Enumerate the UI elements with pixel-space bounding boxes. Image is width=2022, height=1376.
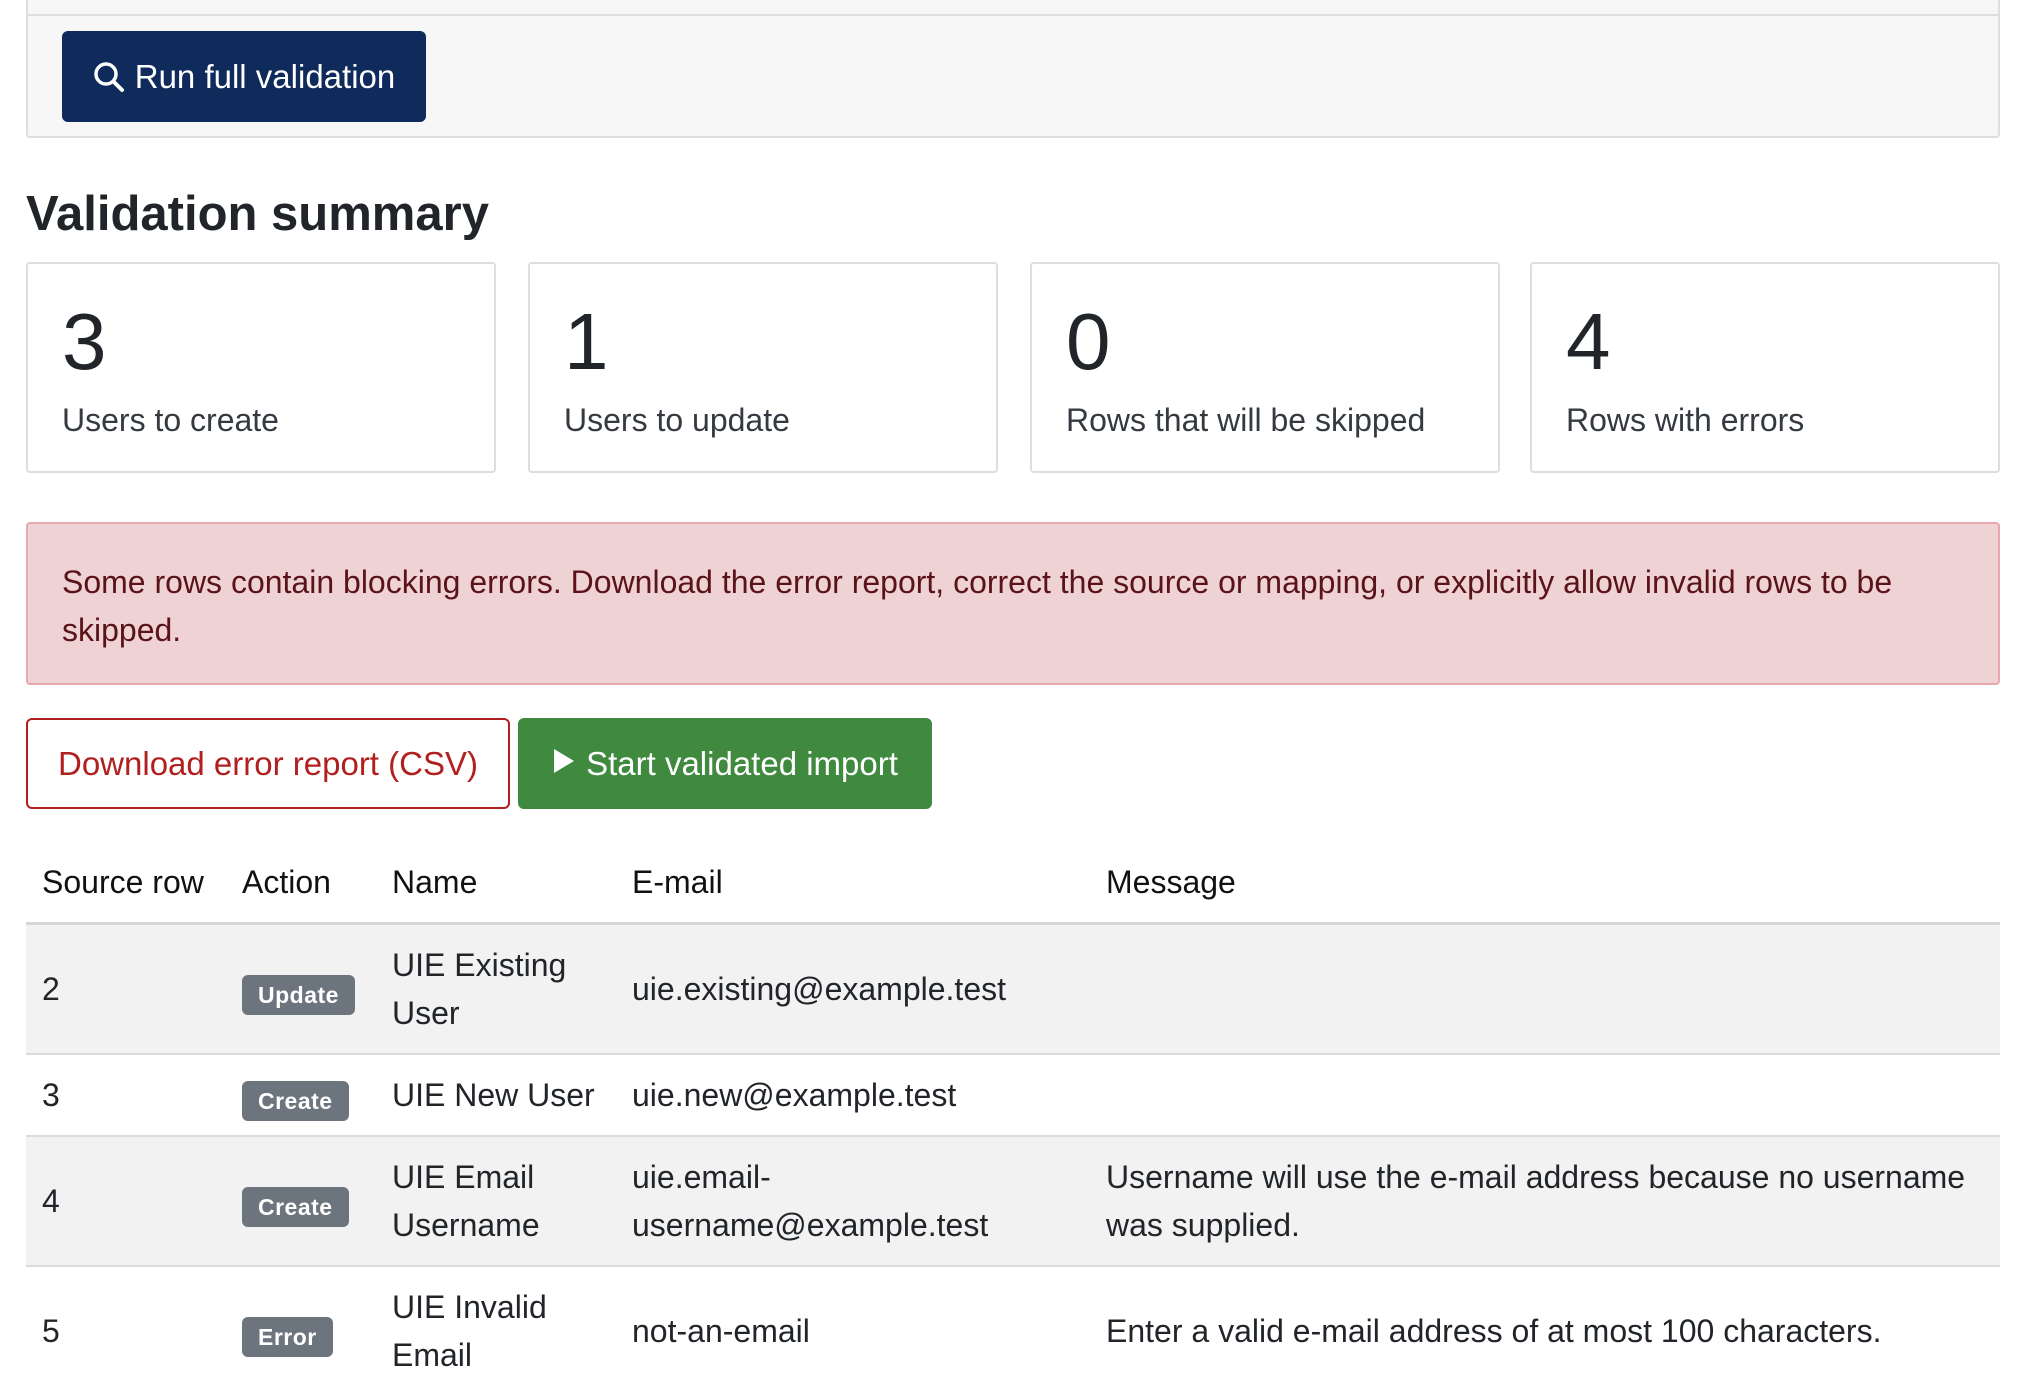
stat-rows-with-errors: 4 Rows with errors bbox=[1530, 262, 2000, 473]
cell-email: uie.new@example.test bbox=[616, 1053, 1090, 1137]
stat-rows-skipped: 0 Rows that will be skipped bbox=[1030, 262, 1500, 473]
action-badge: Create bbox=[242, 1080, 349, 1121]
cell-action: Create bbox=[226, 1135, 376, 1267]
stat-value: 4 bbox=[1566, 297, 1611, 386]
stat-label: Users to create bbox=[62, 402, 279, 438]
cell-name: UIE New User bbox=[376, 1053, 616, 1137]
cell-name: UIE Existing User bbox=[376, 923, 616, 1055]
stat-users-to-create: 3 Users to create bbox=[26, 262, 496, 473]
cell-source-row: 2 bbox=[26, 923, 226, 1055]
cell-message: Enter a valid e-mail address of at most … bbox=[1090, 1265, 2000, 1376]
cell-source-row: 5 bbox=[26, 1265, 226, 1376]
header-name: Name bbox=[376, 842, 616, 925]
table-header-row: Source row Action Name E-mail Message bbox=[26, 842, 2000, 925]
play-icon bbox=[552, 745, 576, 783]
cell-action: Error bbox=[226, 1265, 376, 1376]
cell-message bbox=[1090, 923, 2000, 1055]
cell-source-row: 4 bbox=[26, 1135, 226, 1267]
error-alert: Some rows contain blocking errors. Downl… bbox=[26, 522, 2000, 685]
stat-label: Rows with errors bbox=[1566, 402, 1805, 438]
cell-message: Username will use the e-mail address bec… bbox=[1090, 1135, 2000, 1267]
stat-value: 1 bbox=[564, 297, 609, 386]
cell-name: UIE Invalid Email bbox=[376, 1265, 616, 1376]
validation-toolbar-card: Run full validation bbox=[26, 0, 2000, 138]
email-text: uie.email-username@example.test bbox=[632, 1158, 989, 1243]
cell-email: not-an-email bbox=[616, 1265, 1090, 1376]
header-source-row: Source row bbox=[26, 842, 226, 925]
action-badge: Create bbox=[242, 1186, 349, 1227]
cell-action: Create bbox=[226, 1053, 376, 1137]
stat-label: Rows that will be skipped bbox=[1066, 402, 1426, 438]
cell-source-row: 3 bbox=[26, 1053, 226, 1137]
toolbar-divider bbox=[28, 14, 1998, 16]
stat-label: Users to update bbox=[564, 402, 790, 438]
table-row: 4 Create UIE Email Username uie.email-us… bbox=[26, 1135, 2000, 1267]
stat-value: 3 bbox=[62, 297, 107, 386]
header-email: E-mail bbox=[616, 842, 1090, 925]
header-message: Message bbox=[1090, 842, 2000, 925]
cell-name: UIE Email Username bbox=[376, 1135, 616, 1267]
start-validated-import-label: Start validated import bbox=[586, 744, 898, 782]
cell-message bbox=[1090, 1053, 2000, 1137]
summary-stats: 3 Users to create 1 Users to update 0 Ro… bbox=[26, 262, 2000, 473]
table-row: 2 Update UIE Existing User uie.existing@… bbox=[26, 923, 2000, 1055]
table-row: 5 Error UIE Invalid Email not-an-email E… bbox=[26, 1265, 2000, 1376]
table-row: 3 Create UIE New User uie.new@example.te… bbox=[26, 1053, 2000, 1137]
validation-results-table: Source row Action Name E-mail Message 2 … bbox=[26, 842, 2000, 1376]
stat-users-to-update: 1 Users to update bbox=[528, 262, 998, 473]
start-validated-import-button[interactable]: Start validated import bbox=[518, 718, 932, 809]
action-badge: Update bbox=[242, 974, 355, 1015]
action-badge: Error bbox=[242, 1316, 333, 1357]
cell-email: uie.email-username@example.test bbox=[616, 1135, 1090, 1267]
search-icon bbox=[93, 61, 125, 93]
stat-value: 0 bbox=[1066, 297, 1111, 386]
cell-action: Update bbox=[226, 923, 376, 1055]
header-action: Action bbox=[226, 842, 376, 925]
run-full-validation-button[interactable]: Run full validation bbox=[62, 31, 426, 122]
validation-page: Run full validation Validation summary 3… bbox=[0, 0, 2022, 1376]
cell-email: uie.existing@example.test bbox=[616, 923, 1090, 1055]
run-full-validation-label: Run full validation bbox=[134, 57, 396, 95]
download-error-report-button[interactable]: Download error report (CSV) bbox=[26, 718, 510, 809]
validation-summary-title: Validation summary bbox=[26, 187, 489, 241]
